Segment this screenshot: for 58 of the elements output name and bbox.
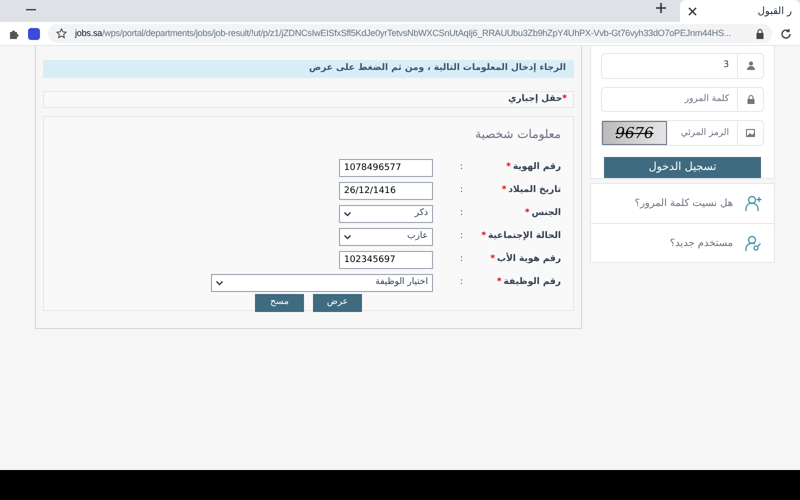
show-button[interactable]: عرض <box>313 294 362 312</box>
field-label: رقم الهوية <box>512 161 561 174</box>
username-field[interactable]: 3 <box>601 53 764 79</box>
dropdown[interactable]: ذكر <box>339 205 433 223</box>
required-note: حقل إجباري <box>508 92 562 106</box>
caret-icon <box>344 234 351 240</box>
add-user-icon <box>745 195 762 212</box>
colon-text: : <box>458 276 463 290</box>
url-text: jobs.sa/wps/portal/departments/jobs/job-result/!ut/p/z1/jZDNCsIwEISfxSfl5KdJe0yrTetvsNbWXCSnUtAqIj6_RRAUUbu3Zb9hZpY4UhPX-Vvb-Gt76vyh33dO7oPEJnm44HS... <box>75 26 732 40</box>
lock-icon <box>756 28 764 38</box>
text-input[interactable]: 26/12/1416 <box>339 182 433 200</box>
caret-icon <box>216 280 223 286</box>
username-value: 3 <box>722 59 730 72</box>
password-input[interactable]: كلمة المرور <box>602 92 737 106</box>
colon-text: : <box>458 184 463 198</box>
required-asterisk: * <box>502 184 506 198</box>
field-label: رقم الوظيفة <box>504 276 561 290</box>
dropdown[interactable]: اختيار الوظيفة <box>211 274 433 292</box>
lock-icon <box>746 94 754 104</box>
field-label: الحالة الإجتماعية <box>488 230 561 244</box>
star-icon[interactable] <box>56 28 67 39</box>
colon-text: : <box>458 253 463 266</box>
required-asterisk: * <box>524 207 530 220</box>
new-user-link[interactable]: مستخدم جديد؟ <box>670 236 733 250</box>
extension-icon[interactable] <box>28 28 40 40</box>
user-icon <box>746 61 754 70</box>
reload-icon[interactable] <box>780 28 792 40</box>
puzzle-icon[interactable] <box>8 28 20 40</box>
address-bar[interactable]: jobs.sa/wps/portal/departments/jobs/job-result/!ut/p/z1/jZDNCsIwEISfxSfl5KdJe0yrTetvsNbWXCSnUtAqIj6_RRAUUbu3Zb9hZpY4UhPX-Vvb-Gt76vyh33dO7oPEJnm44HS... <box>48 24 772 43</box>
field-label: تاريخ الميلاد <box>508 184 561 198</box>
required-asterisk: * <box>496 276 502 290</box>
required-asterisk: * <box>490 253 496 266</box>
user-key-icon <box>745 234 762 252</box>
forgot-password-link[interactable]: هل نسيت كلمة المرور؟ <box>634 196 733 211</box>
colon-text: : <box>458 207 463 220</box>
field-label: الجنس <box>532 207 561 220</box>
caret-icon <box>344 212 351 216</box>
text-input[interactable]: 1078496577 <box>339 159 433 177</box>
close-icon[interactable] <box>688 6 697 16</box>
field-label: رقم هوية الأب <box>497 253 561 266</box>
dropdown[interactable]: عازب <box>339 228 433 246</box>
new-tab-icon[interactable] <box>655 2 667 14</box>
text-input[interactable]: 102345697 <box>339 251 433 269</box>
clear-button[interactable]: مسح <box>255 294 304 312</box>
required-asterisk: * <box>481 230 486 244</box>
captcha-image: 9676 <box>602 121 667 146</box>
tab-title[interactable]: ر القبول <box>758 4 792 18</box>
required-asterisk: * <box>562 92 567 106</box>
required-asterisk: * <box>506 161 511 174</box>
section-title: معلومات شخصية <box>474 126 561 143</box>
password-field[interactable]: كلمة المرور <box>601 86 764 112</box>
login-button[interactable]: تسجيل الدخول <box>604 157 761 178</box>
minimize-icon[interactable] <box>26 9 36 11</box>
info-message: الرجاء إدخال المعلومات التالية ، ومن ثم الضغط على عرض <box>43 60 574 78</box>
colon-text: : <box>458 161 463 174</box>
colon-text: : <box>458 230 463 244</box>
captcha-input[interactable]: الرمز المرئي <box>667 126 737 140</box>
image-icon <box>746 129 755 138</box>
